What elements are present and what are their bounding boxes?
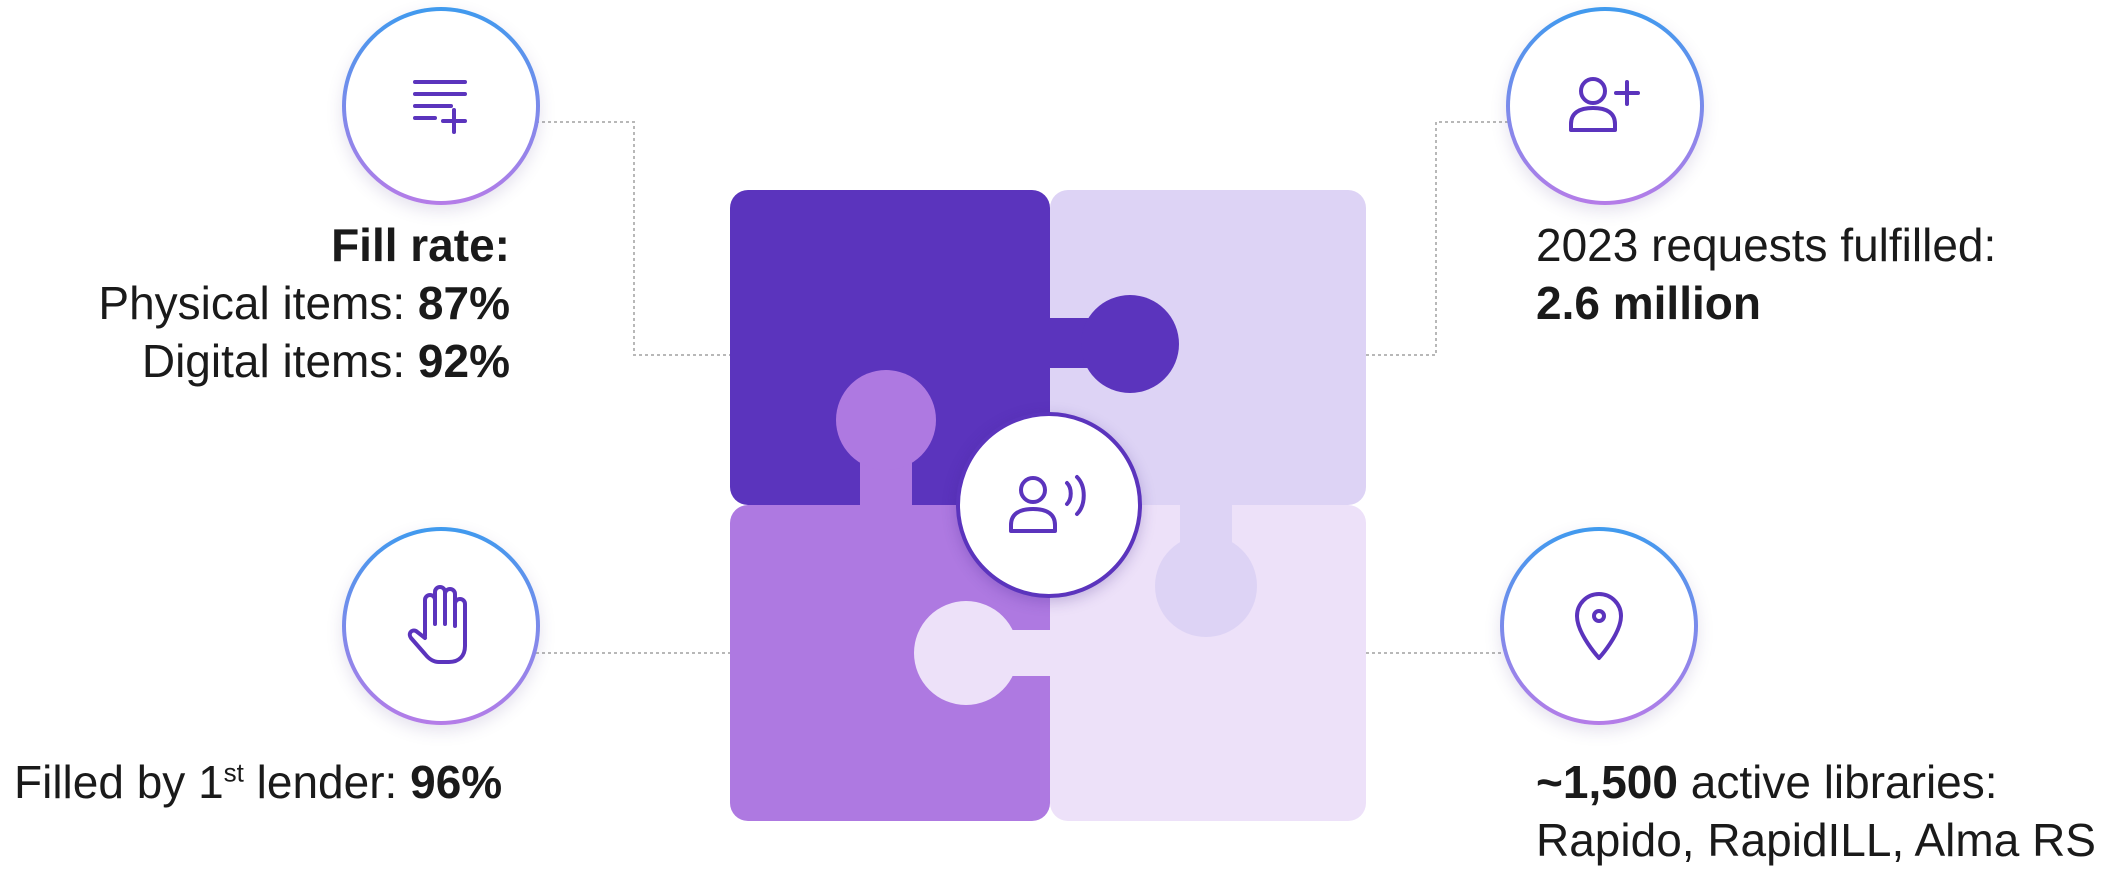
list-add-icon [413, 80, 467, 134]
digital-items-label: Digital items: [141, 335, 418, 387]
stat-requests: 2023 requests fulfilled: 2.6 million [1536, 216, 2096, 332]
icon-circle-bottom-left [342, 527, 540, 725]
digital-items-line: Digital items: 92% [40, 332, 510, 390]
fill-rate-heading: Fill rate: [331, 219, 510, 271]
icon-circle-center [956, 412, 1142, 598]
stat-first-lender: Filled by 1st lender: 96% [14, 753, 634, 811]
icon-circle-top-right [1506, 7, 1704, 205]
first-lender-label-sup: st [223, 757, 244, 788]
libraries-value: ~1,500 [1536, 756, 1678, 808]
digital-items-value: 92% [417, 335, 510, 387]
puzzle-neck-top-right [1180, 498, 1232, 550]
libraries-label: active libraries: [1677, 756, 1998, 808]
libraries-systems: Rapido, RapidILL, Alma RS [1536, 814, 2096, 866]
raised-hand-icon [407, 585, 467, 664]
physical-items-label: Physical items: [98, 277, 418, 329]
first-lender-value: 96% [410, 756, 503, 808]
first-lender-line: Filled by 1st lender: 96% [14, 753, 634, 811]
user-broadcast-icon [1009, 475, 1086, 533]
physical-items-line: Physical items: 87% [40, 274, 510, 332]
physical-items-value: 87% [417, 277, 510, 329]
location-pin-icon [1575, 592, 1623, 660]
first-lender-label-post: lender: [243, 756, 411, 808]
puzzle-knob-bottom-right [914, 601, 1018, 705]
requests-value: 2.6 million [1536, 277, 1761, 329]
puzzle-knob-top-left [1081, 295, 1179, 393]
stat-fill-rate: Fill rate: Physical items: 87% Digital i… [40, 216, 510, 390]
libraries-line: ~1,500 active libraries: [1536, 753, 2116, 811]
requests-label: 2023 requests fulfilled: [1536, 219, 1997, 271]
first-lender-label-pre: Filled by 1 [14, 756, 224, 808]
stat-libraries: ~1,500 active libraries: Rapido, RapidIL… [1536, 753, 2116, 869]
fill-rate-heading-line: Fill rate: [40, 216, 510, 274]
puzzle-knob-top-right [1155, 535, 1257, 637]
user-add-icon [1569, 77, 1640, 132]
puzzle-knob-bottom-left [836, 370, 936, 470]
icon-circle-bottom-right [1500, 527, 1698, 725]
icon-circle-top-left [342, 7, 540, 205]
infographic: Fill rate: Physical items: 87% Digital i… [0, 0, 2126, 866]
